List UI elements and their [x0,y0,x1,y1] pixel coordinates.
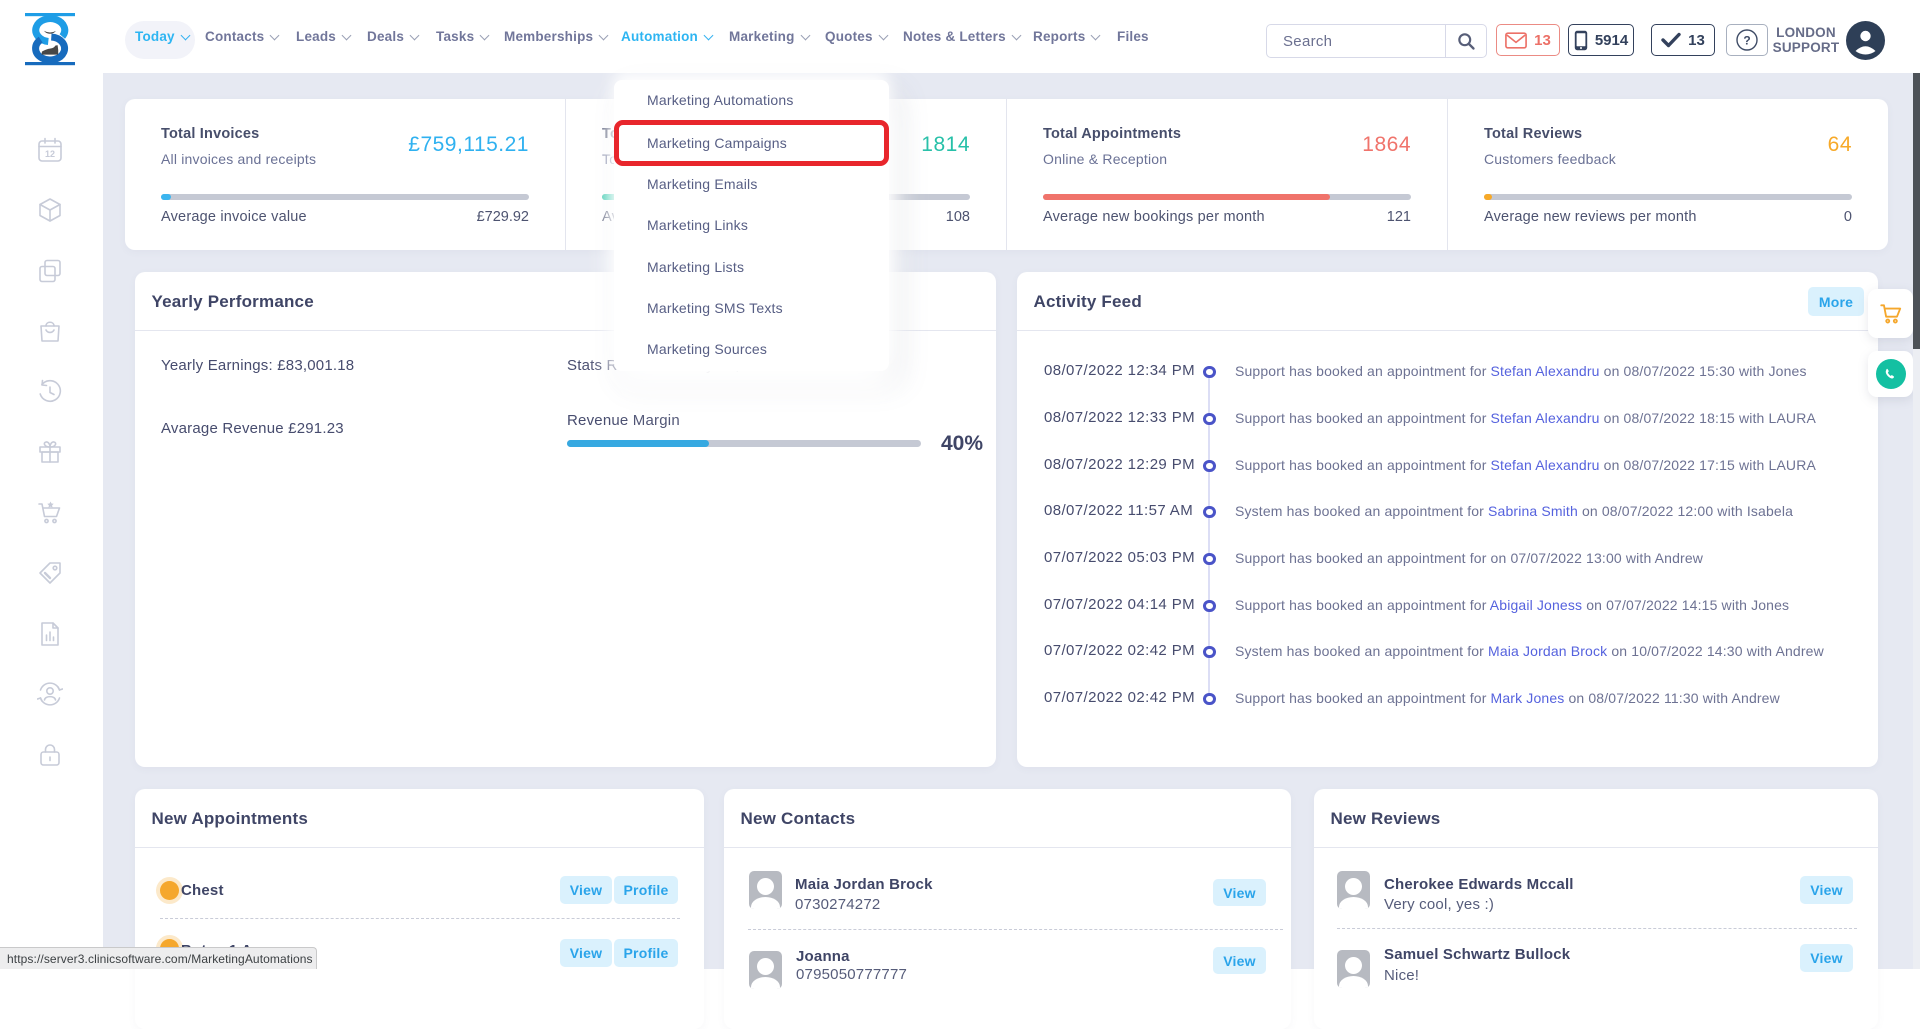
svg-text:12: 12 [45,149,55,159]
svg-text:?: ? [1743,34,1750,48]
